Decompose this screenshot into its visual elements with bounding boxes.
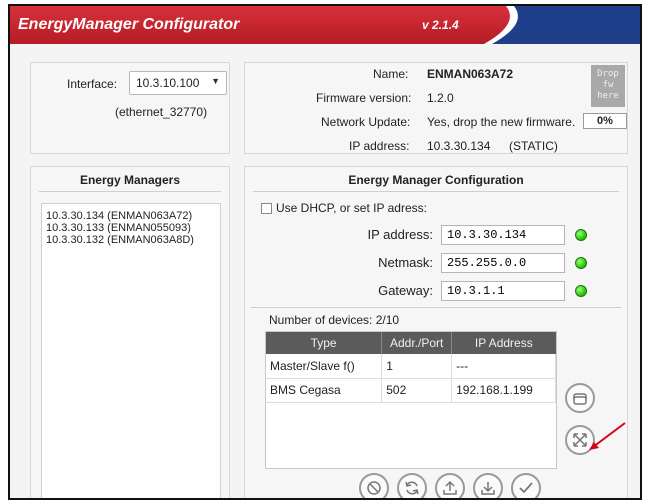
checkmark-icon bbox=[519, 482, 533, 494]
dhcp-label: Use DHCP, or set IP adress: bbox=[276, 201, 427, 215]
table-cell: --- bbox=[451, 354, 556, 379]
update-progress: 0% bbox=[583, 113, 627, 129]
ip-address-field[interactable] bbox=[441, 225, 565, 245]
table-row[interactable]: BMS Cegasa 502 192.168.1.199 bbox=[266, 378, 556, 403]
energy-managers-list[interactable]: 10.3.30.134 (ENMAN063A72) 10.3.30.133 (E… bbox=[41, 203, 221, 498]
ip-address-label: IP address: bbox=[367, 227, 433, 242]
table-cell: 1 bbox=[381, 354, 453, 379]
configuration-title: Energy Manager Configuration bbox=[348, 173, 524, 187]
devices-table: Type Addr./Port IP Address Master/Slave … bbox=[265, 331, 557, 469]
divider bbox=[251, 307, 621, 308]
dhcp-option[interactable]: Use DHCP, or set IP adress: bbox=[261, 201, 427, 215]
list-item[interactable]: 10.3.30.134 (ENMAN063A72) bbox=[46, 210, 216, 222]
title-bar: EnergyManager Configurator v 2.1.4 bbox=[10, 6, 640, 44]
netmask-field[interactable] bbox=[441, 253, 565, 273]
interface-panel: Interface: 10.3.10.100 ▼ (ethernet_32770… bbox=[30, 62, 230, 154]
interface-adapter-name: (ethernet_32770) bbox=[115, 105, 208, 119]
interface-select[interactable]: 10.3.10.100 ▼ bbox=[129, 71, 227, 95]
upload-button[interactable] bbox=[435, 473, 465, 498]
download-icon bbox=[481, 482, 495, 495]
dhcp-checkbox[interactable] bbox=[261, 203, 272, 214]
netmask-label: Netmask: bbox=[378, 255, 433, 270]
download-button[interactable] bbox=[473, 473, 503, 498]
firmware-value: 1.2.0 bbox=[427, 91, 454, 105]
cancel-button[interactable] bbox=[359, 473, 389, 498]
refresh-button[interactable] bbox=[397, 473, 427, 498]
firmware-label: Firmware version: bbox=[316, 91, 412, 105]
interface-select-value: 10.3.10.100 bbox=[136, 76, 200, 90]
device-info-panel: Name: ENMAN063A72 Firmware version: 1.2.… bbox=[244, 62, 628, 154]
configuration-panel: Energy Manager Configuration Use DHCP, o… bbox=[244, 166, 628, 498]
firmware-drop-target[interactable]: Drop fw here bbox=[591, 65, 625, 107]
chevron-down-icon: ▼ bbox=[211, 76, 220, 86]
interface-label: Interface: bbox=[67, 77, 118, 91]
app-window: EnergyManager Configurator v 2.1.4 Inter… bbox=[8, 4, 642, 500]
table-cell: 192.168.1.199 bbox=[451, 378, 556, 403]
netmask-status-led-icon bbox=[575, 257, 587, 269]
column-header-type: Type bbox=[266, 332, 383, 354]
brand-swoosh-icon bbox=[484, 6, 640, 44]
refresh-icon bbox=[405, 481, 419, 495]
gateway-field[interactable] bbox=[441, 281, 565, 301]
gateway-label: Gateway: bbox=[378, 283, 433, 298]
annotation-arrow-icon bbox=[589, 422, 626, 450]
table-cell: 502 bbox=[381, 378, 453, 403]
network-update-value: Yes, drop the new firmware. bbox=[427, 115, 576, 129]
energy-managers-title: Energy Managers bbox=[79, 173, 181, 187]
copy-button[interactable] bbox=[565, 383, 595, 413]
cancel-icon bbox=[367, 481, 381, 495]
divider bbox=[39, 191, 221, 192]
app-title: EnergyManager Configurator bbox=[18, 16, 240, 33]
upload-icon bbox=[443, 480, 457, 495]
table-row[interactable]: Master/Slave f() 1 --- bbox=[266, 354, 556, 379]
apply-button[interactable] bbox=[511, 473, 541, 498]
gateway-status-led-icon bbox=[575, 285, 587, 297]
divider bbox=[253, 191, 619, 192]
table-cell: BMS Cegasa bbox=[266, 378, 383, 403]
list-item[interactable]: 10.3.30.132 (ENMAN063A8D) bbox=[46, 234, 216, 246]
list-item[interactable]: 10.3.30.133 (ENMAN055093) bbox=[46, 222, 216, 234]
energy-managers-panel: Energy Managers 10.3.30.134 (ENMAN063A72… bbox=[30, 166, 230, 498]
devices-count: Number of devices: 2/10 bbox=[269, 313, 400, 327]
column-header-ip-address: IP Address bbox=[451, 332, 556, 354]
info-ip-mode: (STATIC) bbox=[509, 139, 558, 153]
info-ip-label: IP address: bbox=[349, 139, 410, 153]
app-version: v 2.1.4 bbox=[422, 18, 459, 32]
name-value: ENMAN063A72 bbox=[427, 67, 514, 81]
column-header-addr-port: Addr./Port bbox=[381, 332, 453, 354]
table-cell: Master/Slave f() bbox=[266, 354, 383, 379]
info-ip-value: 10.3.30.134 bbox=[427, 139, 491, 153]
network-update-label: Network Update: bbox=[321, 115, 411, 129]
stack-icon bbox=[573, 393, 587, 405]
name-label: Name: bbox=[373, 67, 409, 81]
ip-status-led-icon bbox=[575, 229, 587, 241]
